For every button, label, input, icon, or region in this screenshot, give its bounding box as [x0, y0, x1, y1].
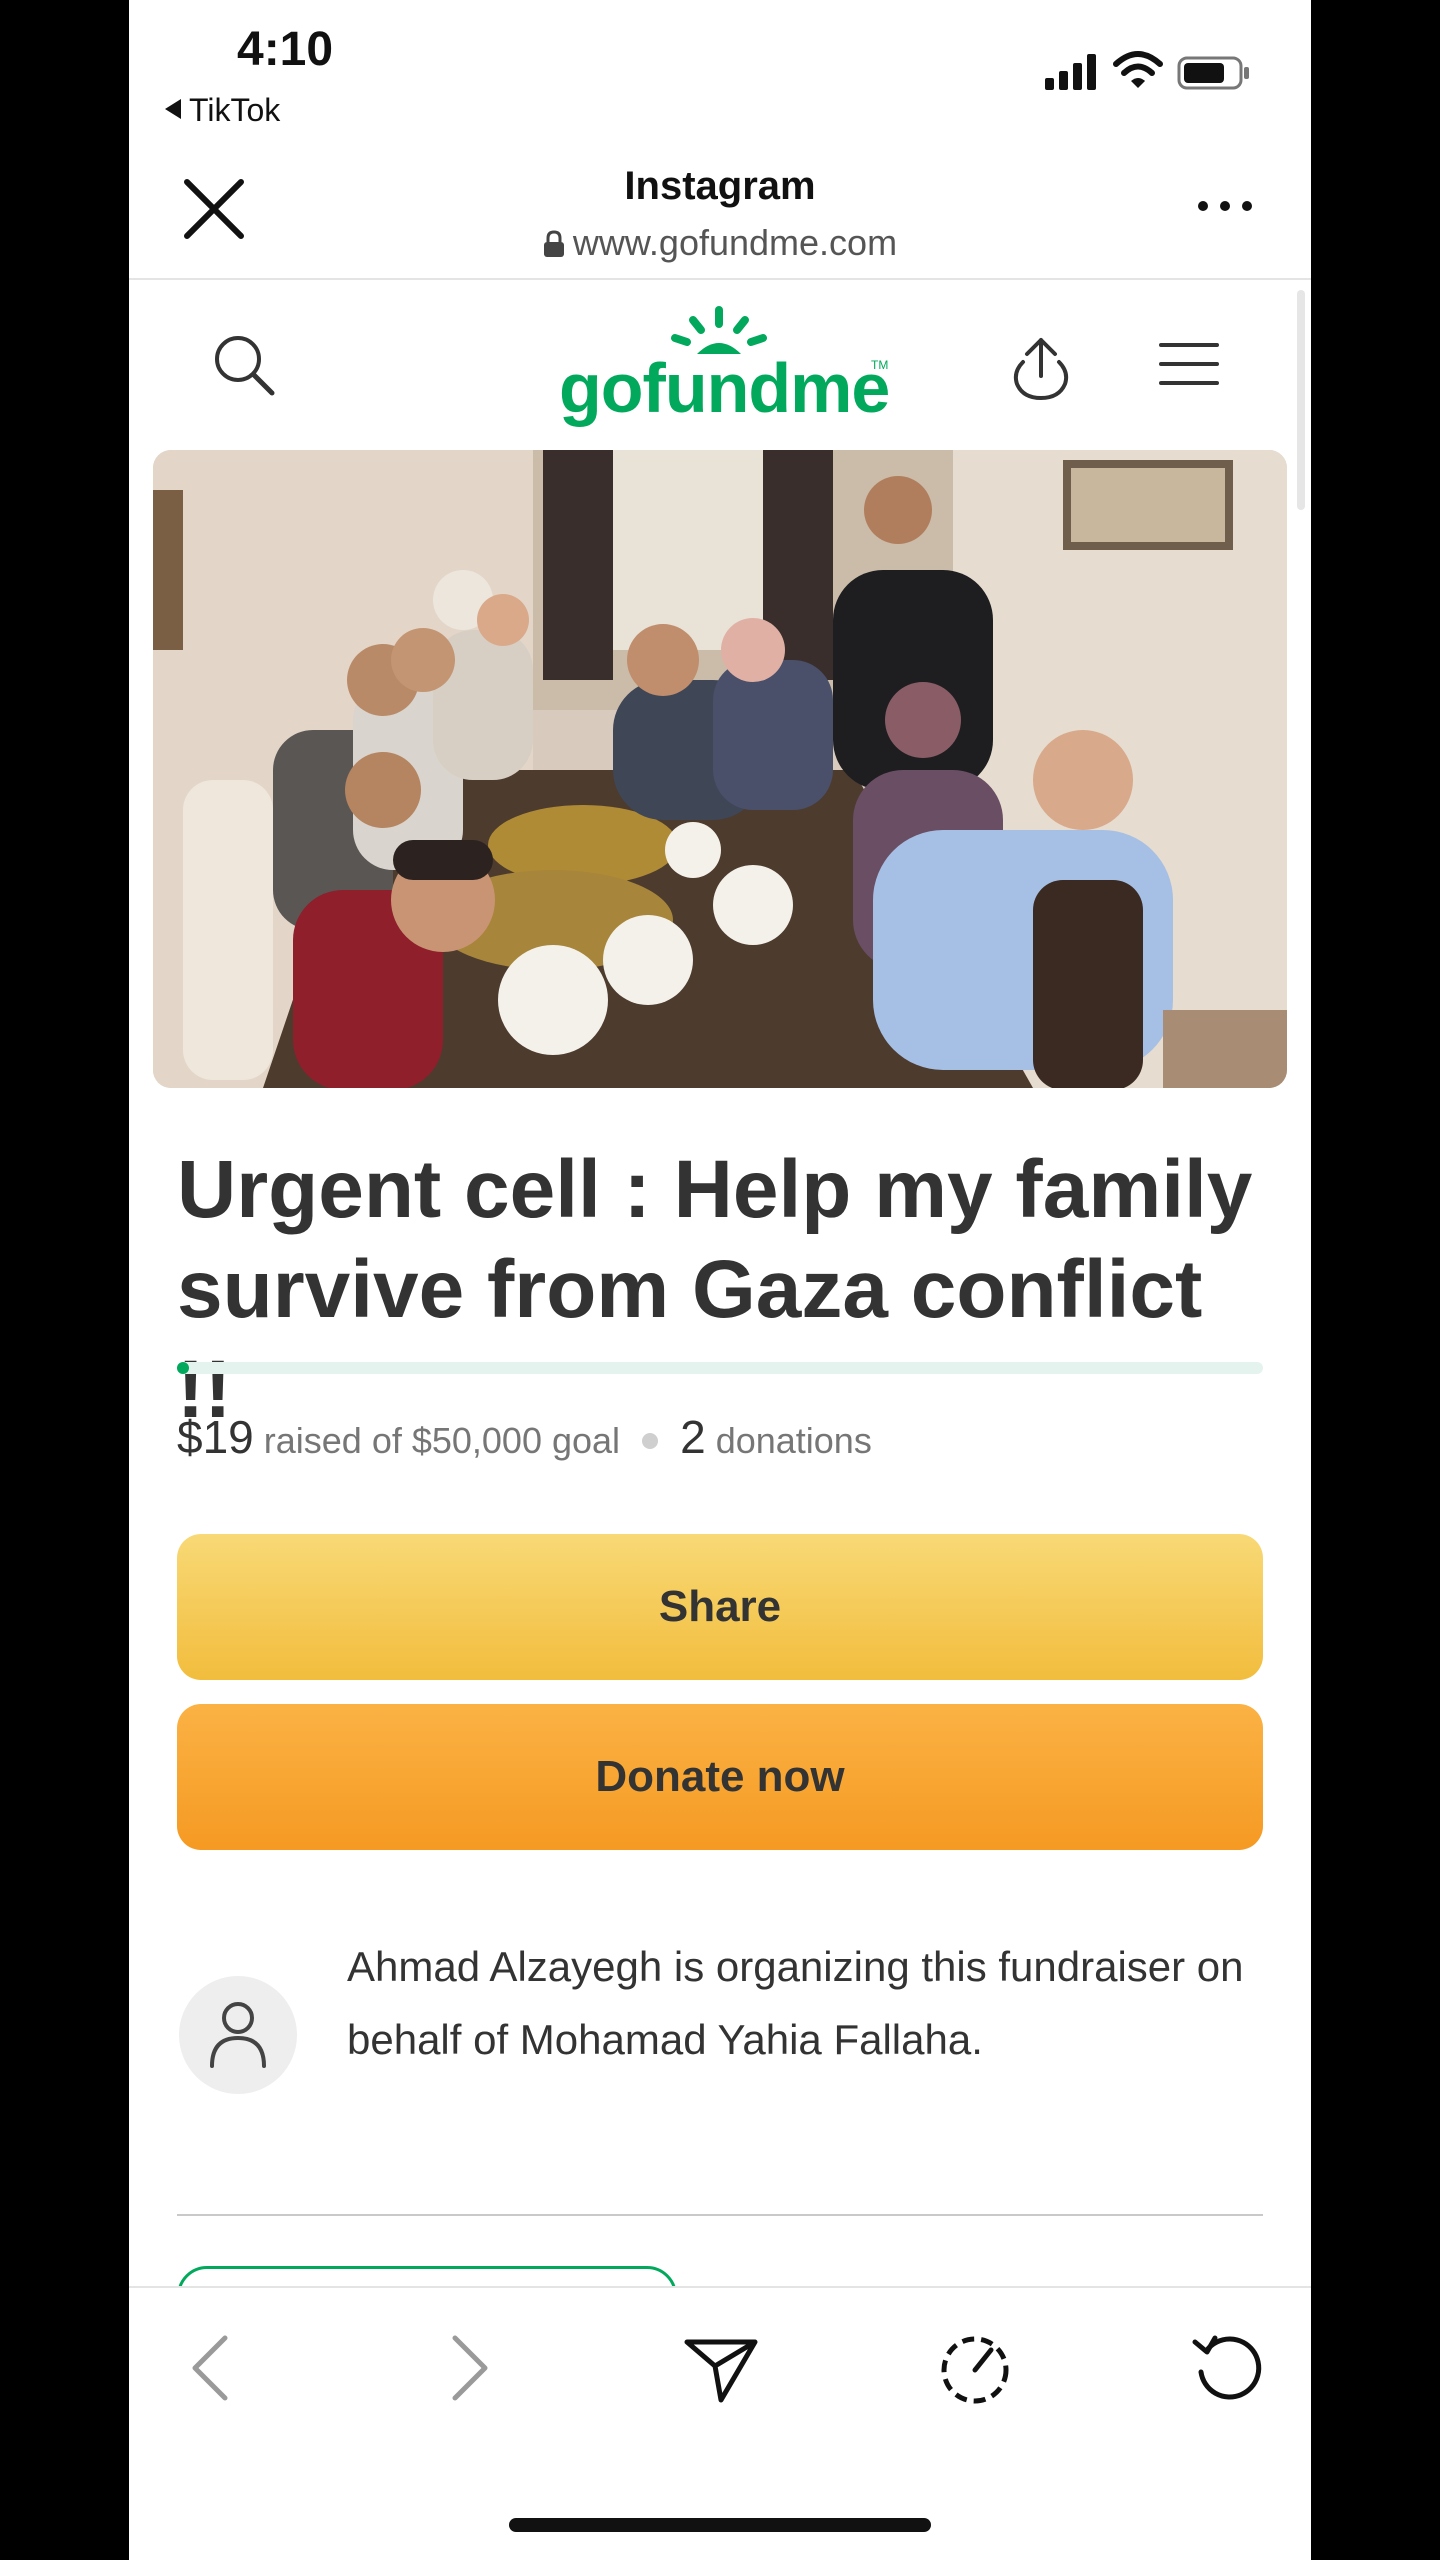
back-icon[interactable] [173, 2328, 253, 2408]
campaign-title: Urgent cell : Help my family survive fro… [177, 1144, 1253, 1435]
status-time: 4:10 [237, 23, 334, 76]
amount-raised: $19 [177, 1411, 254, 1463]
donation-count: 2 [680, 1411, 706, 1463]
browser-title: Instagram [624, 164, 816, 208]
browser-url-text: www.gofundme.com [572, 222, 898, 263]
user-icon [210, 2002, 266, 2068]
funding-progress-bar [177, 1362, 1263, 1374]
page-scrollbar[interactable] [1297, 290, 1305, 510]
site-navigation: gofundme TM [129, 280, 1311, 450]
send-icon[interactable] [681, 2328, 761, 2408]
phone-screen: 4:10 TikTok Instagram www.gofundme.com g… [129, 0, 1311, 2560]
gofundme-logo[interactable]: gofundme TM [559, 306, 890, 427]
browser-url: www.gofundme.com [129, 222, 1311, 264]
funding-progress-fill [177, 1362, 189, 1374]
back-to-app-link[interactable]: TikTok [165, 92, 280, 129]
logo-wordmark: gofundme [559, 349, 890, 427]
share-button[interactable]: Share [177, 1534, 1263, 1680]
separator-dot [642, 1433, 659, 1449]
forward-icon[interactable] [427, 2328, 507, 2408]
back-app-label: TikTok [189, 92, 281, 128]
menu-icon[interactable] [1159, 342, 1219, 386]
home-indicator[interactable] [509, 2518, 931, 2532]
goal-text: raised of $50,000 goal [263, 1420, 621, 1461]
battery-icon [1177, 56, 1249, 90]
donations-label: donations [715, 1420, 872, 1461]
section-divider [177, 2214, 1263, 2216]
cellular-signal-icon [1045, 54, 1096, 90]
search-icon[interactable] [211, 332, 277, 398]
avatar [179, 1976, 297, 2094]
upload-icon[interactable] [1009, 332, 1073, 402]
lock-icon [543, 230, 564, 257]
in-app-browser-header: Instagram www.gofundme.com [129, 150, 1311, 280]
campaign-photo [153, 450, 1287, 1088]
wifi-icon [1113, 51, 1163, 88]
funding-stats: $19 raised of $50,000 goal 2 donations [177, 1410, 872, 1464]
status-bar: 4:10 TikTok [129, 0, 1311, 160]
more-icon[interactable] [1195, 196, 1255, 216]
organizer-section: Ahmad Alzayegh is organizing this fundra… [177, 1930, 1263, 2130]
back-triangle-icon [165, 99, 181, 119]
donate-now-button[interactable]: Donate now [177, 1704, 1263, 1850]
logo-trademark: TM [871, 358, 889, 372]
organizer-text: Ahmad Alzayegh is organizing this fundra… [347, 1943, 1244, 2063]
reload-icon[interactable] [1189, 2328, 1269, 2408]
speed-icon[interactable] [935, 2328, 1015, 2408]
